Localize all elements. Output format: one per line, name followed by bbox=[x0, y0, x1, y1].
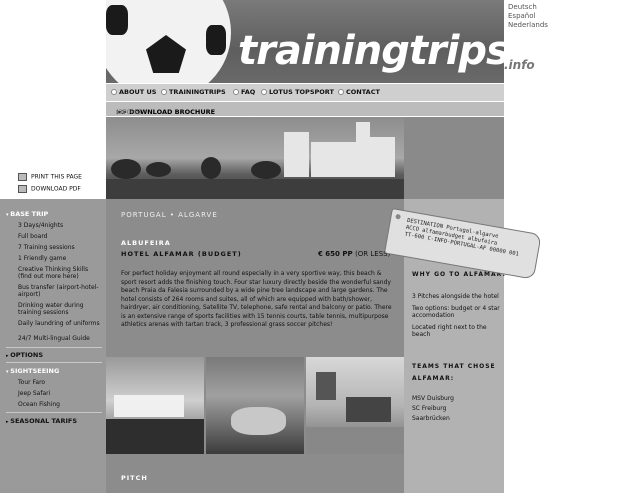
team-item: Saarbrücken bbox=[412, 415, 450, 422]
pdf-icon bbox=[18, 185, 27, 193]
sightseeing-item[interactable]: Ocean Fishing bbox=[18, 401, 103, 408]
base-trip-item: 3 Days/4nights bbox=[18, 222, 64, 229]
nav-trainingtrips[interactable]: TRAININGTRIPS bbox=[161, 88, 226, 96]
city-heading: ALBUFEIRA bbox=[121, 239, 171, 247]
hotel-hero-photo bbox=[106, 117, 404, 199]
sidebar-divider bbox=[6, 347, 102, 348]
teams-list: MSV Duisburg SC Freiburg Saarbrücken bbox=[412, 394, 454, 424]
tag-text: DESTINATION Portugal-algarve ACCO alfama… bbox=[404, 218, 522, 259]
language-link-deutsch[interactable]: Deutsch bbox=[508, 3, 548, 12]
site-logo[interactable]: trainingtrips bbox=[238, 28, 504, 74]
football-image bbox=[106, 0, 231, 83]
print-page-link[interactable]: PRINT THIS PAGE bbox=[18, 173, 82, 181]
base-trip-item: Daily laundring of uniforms bbox=[18, 320, 100, 327]
site-logo-suffix: .info bbox=[504, 58, 535, 72]
team-item: SC Freiburg bbox=[412, 405, 447, 412]
sidebar-section-options[interactable]: OPTIONS bbox=[6, 351, 43, 359]
print-page-label: PRINT THIS PAGE bbox=[31, 173, 82, 181]
teams-heading: TEAMS THAT CHOSE ALFAMAR: bbox=[412, 363, 496, 382]
page-utilities: PRINT THIS PAGE DOWNLOAD PDF bbox=[18, 173, 82, 197]
header-banner: trainingtrips bbox=[106, 0, 504, 83]
pitch-heading: PITCH bbox=[121, 474, 148, 482]
price: € 650 PP (OR LESS) bbox=[318, 250, 390, 258]
sidebar-section-base-trip[interactable]: BASE TRIP bbox=[6, 210, 48, 218]
brochure-size: (370kb) bbox=[116, 108, 142, 116]
nav-about-us[interactable]: ABOUT US bbox=[111, 88, 156, 96]
why-item: Located right next to the beach bbox=[412, 324, 487, 338]
base-trip-item: 1 Friendly game bbox=[18, 255, 67, 262]
base-trip-item: Drinking water during training sessions bbox=[18, 302, 84, 316]
download-brochure-bar: >> DOWNLOAD BROCHURE (370kb) bbox=[106, 101, 504, 116]
main-nav: ABOUT US TRAININGTRIPS FAQ LOTUS TOPSPOR… bbox=[106, 83, 504, 101]
region-heading: PORTUGAL • ALGARVE bbox=[121, 211, 218, 219]
sightseeing-item[interactable]: Tour Faro bbox=[18, 379, 103, 386]
base-trip-item: 24/7 Multi-lingual Guide bbox=[18, 335, 90, 342]
nav-lotus-topsport[interactable]: LOTUS TOPSPORT bbox=[261, 88, 334, 96]
download-pdf-link[interactable]: DOWNLOAD PDF bbox=[18, 185, 82, 193]
sightseeing-item[interactable]: Jeep Safari bbox=[18, 390, 103, 397]
price-value: € 650 PP bbox=[318, 250, 353, 258]
hotel-photo-strip bbox=[106, 357, 404, 454]
base-trip-item: 7 Training sessions bbox=[18, 244, 75, 251]
why-list: 3 Pitches alongside the hotel Two option… bbox=[412, 293, 502, 343]
why-item: 3 Pitches alongside the hotel bbox=[412, 293, 499, 300]
team-item: MSV Duisburg bbox=[412, 395, 454, 402]
nav-faq[interactable]: FAQ bbox=[233, 88, 255, 96]
base-trip-item-creative-thinking[interactable]: Creative Thinking Skills (find out more … bbox=[18, 266, 103, 280]
printer-icon bbox=[18, 173, 27, 181]
pool-photo bbox=[206, 357, 304, 454]
sidebar-divider bbox=[6, 412, 102, 413]
room-photo bbox=[306, 357, 404, 454]
tag-hole bbox=[395, 213, 401, 220]
villa-photo bbox=[106, 357, 204, 454]
base-trip-item: Full board bbox=[18, 233, 48, 240]
nav-contact[interactable]: CONTACT bbox=[338, 88, 380, 96]
download-pdf-label: DOWNLOAD PDF bbox=[31, 185, 81, 193]
sidebar-section-sightseeing[interactable]: SIGHTSEEING bbox=[6, 367, 59, 375]
language-link-nederlands[interactable]: Nederlands bbox=[508, 21, 548, 30]
base-trip-item: Bus transfer (airport-hotel-airport) bbox=[18, 284, 99, 298]
hotel-name: HOTEL ALFAMAR (BUDGET) bbox=[121, 250, 242, 258]
language-list: Deutsch Español Nederlands bbox=[508, 3, 548, 30]
sidebar-section-seasonal-tarifs[interactable]: SEASONAL TARIFS bbox=[6, 417, 77, 425]
left-sidebar: BASE TRIP 3 Days/4nights Full board 7 Tr… bbox=[0, 199, 106, 493]
why-item: Two options: budget or 4 star accomodati… bbox=[412, 305, 500, 319]
language-link-espanol[interactable]: Español bbox=[508, 12, 548, 21]
hotel-description: For perfect holiday enjoyment all round … bbox=[121, 270, 392, 328]
hero-right-panel bbox=[404, 117, 504, 199]
sidebar-divider bbox=[6, 362, 102, 363]
